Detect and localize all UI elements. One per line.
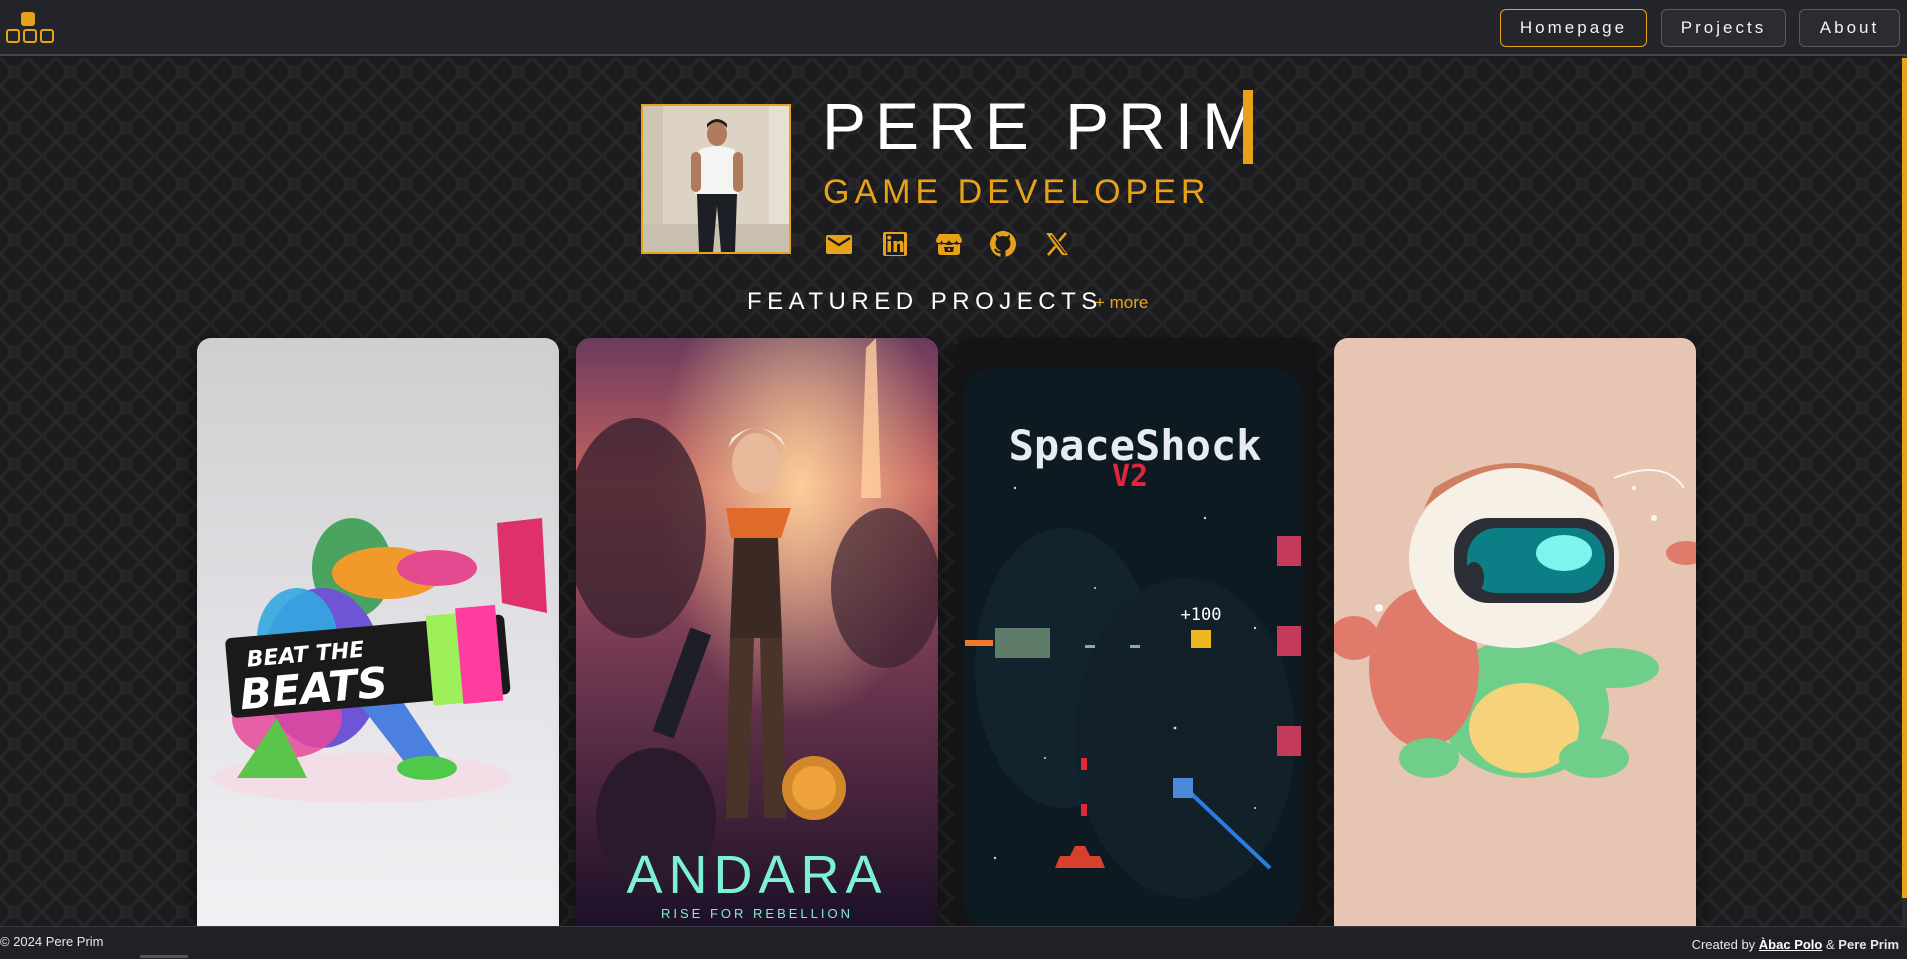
author-pere-prim: Pere Prim xyxy=(1838,937,1899,952)
project-card-andara[interactable]: ANDARA RISE FOR REBELLION xyxy=(576,338,938,928)
footer: © 2024 Pere Prim Created by Àbac Polo & … xyxy=(0,926,1907,959)
profile-photo xyxy=(641,104,791,254)
linkedin-icon[interactable] xyxy=(879,228,911,260)
andara-title: ANDARA xyxy=(626,845,887,905)
logo-block-left xyxy=(6,29,20,43)
site-logo[interactable] xyxy=(4,10,56,48)
project-card-spaceshock[interactable]: SpaceShock V2 +100 xyxy=(955,338,1317,928)
nav-projects-button[interactable]: Projects xyxy=(1661,9,1786,47)
logo-block-top xyxy=(21,12,35,26)
itchio-icon[interactable] xyxy=(933,228,965,260)
spaceshock-version: V2 xyxy=(1112,459,1148,494)
github-icon[interactable] xyxy=(987,228,1019,260)
typing-cursor xyxy=(1243,90,1253,164)
credits: Created by Àbac Polo & Pere Prim xyxy=(1692,937,1899,952)
andara-subtitle: RISE FOR REBELLION xyxy=(661,906,853,921)
nav-about-button[interactable]: About xyxy=(1799,9,1900,47)
copyright-text: © 2024 Pere Prim xyxy=(0,934,104,949)
ampersand: & xyxy=(1826,937,1835,952)
top-navbar: Homepage Projects About xyxy=(0,0,1907,56)
more-projects-link[interactable]: + more xyxy=(1095,293,1148,313)
featured-projects-heading: FEATURED PROJECTS xyxy=(747,288,1103,315)
author-abac-polo-link[interactable]: Àbac Polo xyxy=(1759,937,1823,952)
hero-role: GAME DEVELOPER xyxy=(823,173,1211,211)
x-icon[interactable] xyxy=(1041,228,1073,260)
mail-icon[interactable] xyxy=(823,228,855,260)
spaceshock-score: +100 xyxy=(1181,605,1222,625)
hero-name: PERE PRIM xyxy=(822,89,1267,163)
nav-homepage-button[interactable]: Homepage xyxy=(1500,9,1647,47)
scrollbar-thumb[interactable] xyxy=(1902,58,1907,898)
project-card-beat-the-beats[interactable]: BEAT THE BEATS xyxy=(197,338,559,928)
logo-block-middle xyxy=(23,29,37,43)
logo-block-right xyxy=(40,29,54,43)
project-card-turtle[interactable] xyxy=(1334,338,1696,928)
created-by-label: Created by xyxy=(1691,937,1756,952)
